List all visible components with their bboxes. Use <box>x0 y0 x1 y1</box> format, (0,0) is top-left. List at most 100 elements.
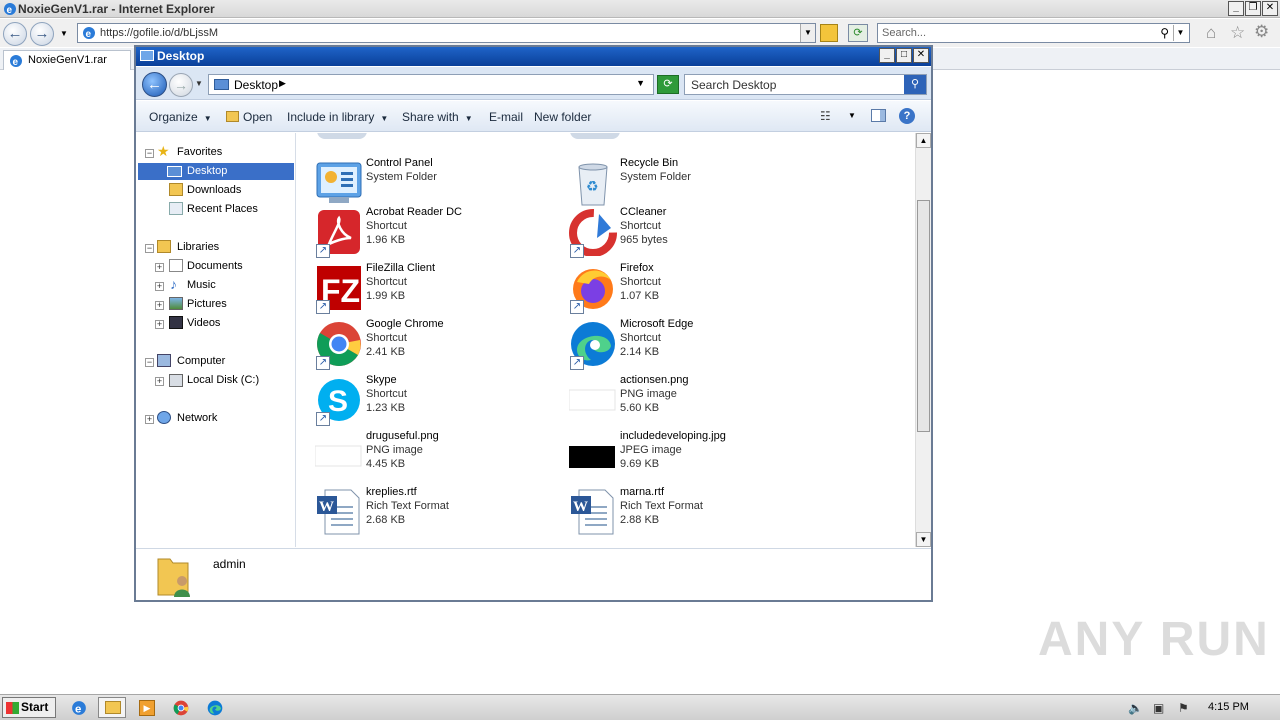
nav-favorites[interactable]: Favorites <box>177 144 222 161</box>
nav-documents[interactable]: Documents <box>187 258 243 275</box>
svg-text:e: e <box>86 29 92 40</box>
expand-documents-icon[interactable]: + <box>155 263 164 272</box>
view-options-icon[interactable]: ☷ <box>820 109 831 123</box>
ie-forward-button[interactable]: → <box>30 22 54 46</box>
open-button[interactable]: Open <box>226 110 272 124</box>
ie-minimize-button[interactable]: _ <box>1228 1 1244 16</box>
nav-libraries[interactable]: Libraries <box>177 239 219 256</box>
network-status-icon[interactable]: ▣ <box>1153 701 1164 715</box>
nav-pictures[interactable]: Pictures <box>187 296 227 313</box>
list-item[interactable]: ↗ CCleaner Shortcut 965 bytes <box>569 206 819 258</box>
explorer-minimize-button[interactable]: _ <box>879 48 895 63</box>
nav-videos[interactable]: Videos <box>187 315 220 332</box>
list-item[interactable]: ↗ Microsoft Edge Shortcut 2.14 KB <box>569 318 819 370</box>
taskbar-media-player[interactable]: ▶ <box>132 697 160 718</box>
nav-computer[interactable]: Computer <box>177 353 225 370</box>
scroll-down-icon[interactable]: ▼ <box>916 532 931 547</box>
nav-desktop[interactable]: Desktop <box>138 163 294 180</box>
gear-icon[interactable]: ⚙ <box>1254 22 1269 42</box>
list-item[interactable]: W marna.rtf Rich Text Format 2.88 KB <box>569 486 819 538</box>
search-icon[interactable]: ⚲ <box>904 75 926 94</box>
ie-history-dropdown-icon[interactable]: ▼ <box>60 29 68 38</box>
expand-pictures-icon[interactable]: + <box>155 301 164 310</box>
taskbar-clock[interactable]: 4:15 PM <box>1208 701 1249 713</box>
explorer-history-dropdown-icon[interactable]: ▼ <box>195 79 203 88</box>
nav-local-disk[interactable]: Local Disk (C:) <box>187 372 259 389</box>
nav-network[interactable]: Network <box>177 410 217 427</box>
explorer-back-button[interactable]: ← <box>142 72 167 97</box>
start-button[interactable]: Start <box>2 697 56 718</box>
list-item[interactable]: druguseful.png PNG image 4.45 KB <box>315 430 565 482</box>
breadcrumb-arrow-icon[interactable]: ▶ <box>279 78 286 89</box>
ie-search-box[interactable]: Search... ⚲ ▼ <box>877 23 1190 43</box>
search-icon[interactable]: ⚲ <box>1160 26 1169 40</box>
ie-address-dropdown-icon[interactable]: ▼ <box>800 24 815 42</box>
expand-music-icon[interactable]: + <box>155 282 164 291</box>
list-item[interactable]: ↗ Google Chrome Shortcut 2.41 KB <box>315 318 565 370</box>
taskbar-explorer[interactable] <box>98 697 126 718</box>
scroll-up-icon[interactable]: ▲ <box>916 133 931 148</box>
item-name: druguseful.png <box>366 430 439 442</box>
user-folder-icon <box>157 558 190 597</box>
new-folder-button[interactable]: New folder <box>534 110 591 124</box>
home-icon[interactable]: ⌂ <box>1206 23 1216 43</box>
partial-item-icon <box>570 133 620 139</box>
nav-recent-places[interactable]: Recent Places <box>187 201 258 218</box>
organize-button[interactable]: Organize ▼ <box>149 110 212 124</box>
help-icon[interactable]: ? <box>899 108 915 124</box>
vertical-scrollbar[interactable]: ▲ ▼ <box>915 133 931 547</box>
share-with-button[interactable]: Share with ▼ <box>402 110 473 124</box>
taskbar-chrome[interactable] <box>166 697 194 718</box>
list-item[interactable]: ↗ Firefox Shortcut 1.07 KB <box>569 262 819 314</box>
ie-back-button[interactable]: ← <box>3 22 27 46</box>
view-dropdown-icon[interactable]: ▼ <box>848 111 856 120</box>
include-in-library-button[interactable]: Include in library ▼ <box>287 110 388 124</box>
item-type: PNG image <box>366 444 423 456</box>
explorer-maximize-button[interactable]: □ <box>896 48 912 63</box>
list-item[interactable]: Control Panel System Folder <box>315 157 565 209</box>
breadcrumb-desktop[interactable]: Desktop <box>234 78 278 92</box>
list-item[interactable]: W kreplies.rtf Rich Text Format 2.68 KB <box>315 486 565 538</box>
include-label: Include in library <box>287 110 375 124</box>
nav-downloads[interactable]: Downloads <box>187 182 241 199</box>
item-name: kreplies.rtf <box>366 486 417 498</box>
lock-icon[interactable] <box>820 24 838 42</box>
explorer-search-box[interactable]: Search Desktop ⚲ <box>684 74 927 95</box>
svg-text:W: W <box>573 499 588 515</box>
collapse-libraries-icon[interactable]: − <box>145 244 154 253</box>
expand-local-disk-icon[interactable]: + <box>155 377 164 386</box>
list-item[interactable]: ↗ Acrobat Reader DC Shortcut 1.96 KB <box>315 206 565 258</box>
list-item[interactable]: ♻ Recycle Bin System Folder <box>569 157 819 209</box>
volume-icon[interactable]: 🔈 <box>1128 701 1143 715</box>
item-size: 4.45 KB <box>366 458 406 470</box>
list-item[interactable]: S ↗ Skype Shortcut 1.23 KB <box>315 374 565 426</box>
ie-logo-icon: e <box>72 701 86 716</box>
action-center-flag-icon[interactable]: ⚑ <box>1178 701 1189 715</box>
list-item[interactable]: FZ ↗ FileZilla Client Shortcut 1.99 KB <box>315 262 565 314</box>
ie-address-bar[interactable]: e https://gofile.io/d/bLjssM ▼ <box>77 23 816 43</box>
favorites-star-icon[interactable]: ☆ <box>1230 23 1245 43</box>
ie-close-button[interactable]: ✕ <box>1262 1 1278 16</box>
ie-refresh-icon[interactable]: ⟳ <box>848 24 868 42</box>
taskbar-edge[interactable] <box>200 697 228 718</box>
list-item[interactable]: actionsen.png PNG image 5.60 KB <box>569 374 819 426</box>
breadcrumb[interactable]: Desktop ▶ ▼ <box>208 74 654 95</box>
explorer-close-button[interactable]: ✕ <box>913 48 929 63</box>
taskbar-ie[interactable]: e <box>64 697 92 718</box>
ie-tab[interactable]: e NoxieGenV1.rar <box>3 50 131 70</box>
collapse-computer-icon[interactable]: − <box>145 358 154 367</box>
list-item[interactable]: includedeveloping.jpg JPEG image 9.69 KB <box>569 430 819 482</box>
ie-search-dropdown-icon[interactable]: ▼ <box>1173 25 1187 41</box>
explorer-title-bar[interactable]: Desktop _ □ ✕ <box>136 47 931 66</box>
scrollbar-thumb[interactable] <box>917 200 930 432</box>
breadcrumb-dropdown-icon[interactable]: ▼ <box>636 78 645 88</box>
expand-network-icon[interactable]: + <box>145 415 154 424</box>
explorer-forward-button[interactable]: → <box>169 73 193 97</box>
preview-pane-icon[interactable] <box>871 109 886 122</box>
collapse-favorites-icon[interactable]: − <box>145 149 154 158</box>
explorer-refresh-button[interactable]: ⟳ <box>657 75 679 94</box>
expand-videos-icon[interactable]: + <box>155 320 164 329</box>
ie-restore-button[interactable]: ❐ <box>1245 1 1261 16</box>
nav-music[interactable]: Music <box>187 277 216 294</box>
email-button[interactable]: E-mail <box>489 110 523 124</box>
